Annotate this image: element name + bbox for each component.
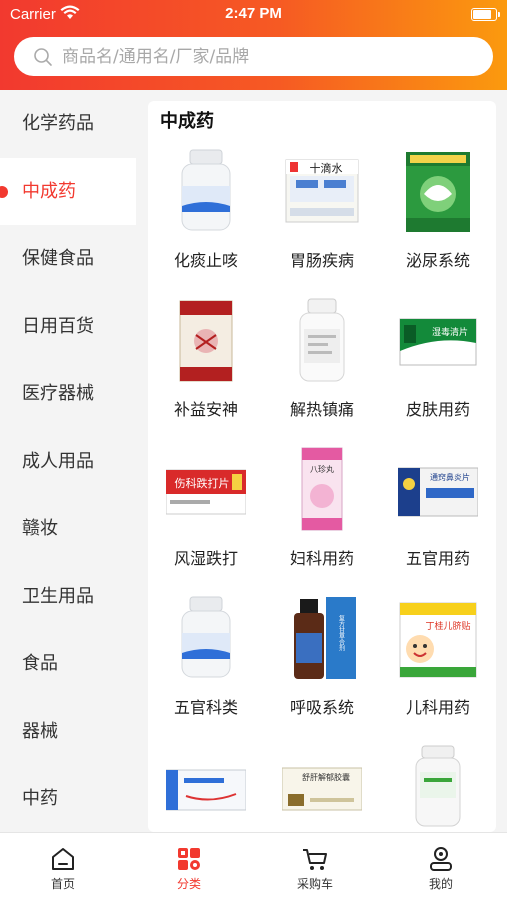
shidishui-box-image: 十滴水 xyxy=(285,159,359,223)
category-label: 皮肤用药 xyxy=(405,400,470,419)
box-text: 八珍丸 xyxy=(310,464,334,474)
category-content-panel: 中成药 化痰止咳 十滴水 胃肠疾病 泌尿系统 补益安神 解热镇痛 湿毒清片 皮肤… xyxy=(148,101,496,832)
category-cell-row5-a[interactable] xyxy=(148,737,264,832)
sidebar-item-cosmetics[interactable]: 赣妆 xyxy=(0,495,136,563)
bottom-tab-bar: 首页 分类 采购车 我的 xyxy=(0,832,507,901)
sidebar-item-label: 保健食品 xyxy=(22,248,94,269)
category-cell-gastrointestinal[interactable]: 十滴水 胃肠疾病 xyxy=(264,141,380,290)
section-title: 中成药 xyxy=(160,111,214,132)
app-header: Carrier 2:47 PM xyxy=(0,0,507,90)
sidebar-item-label: 器械 xyxy=(22,720,58,742)
home-icon xyxy=(52,848,74,870)
category-label: 补益安神 xyxy=(173,400,238,419)
box-text: 复方甘草合剂 xyxy=(338,614,345,652)
sidebar-item-food[interactable]: 食品 xyxy=(0,630,136,698)
category-label: 解热镇痛 xyxy=(289,400,354,419)
shopping-cart-icon xyxy=(303,849,327,870)
category-label: 化痰止咳 xyxy=(173,251,238,270)
search-bar[interactable] xyxy=(14,37,493,76)
battery-icon xyxy=(471,8,500,21)
sidebar-item-daily-goods[interactable]: 日用百货 xyxy=(0,293,136,361)
box-text: 通窍鼻炎片 xyxy=(430,472,470,482)
sidebar-item-equipment[interactable]: 器械 xyxy=(0,698,136,766)
capsule-box-image: 舒肝解郁胶囊 xyxy=(282,767,362,811)
category-cell-respiratory[interactable]: 复方甘草合剂 呼吸系统 xyxy=(264,588,380,737)
tab-label: 首页 xyxy=(50,877,75,891)
syrup-bottle-box-image: 复方甘草合剂 xyxy=(294,597,356,679)
sidebar-item-label: 食品 xyxy=(22,653,58,674)
sidebar-item-label: 成人用品 xyxy=(22,450,94,472)
box-text: 丁桂儿脐贴 xyxy=(425,620,470,632)
sidebar-item-hygiene[interactable]: 卫生用品 xyxy=(0,563,136,631)
sidebar-item-label: 中成药 xyxy=(22,180,76,202)
box-text: 伤科跌打片 xyxy=(175,476,230,490)
category-cell-expectorant[interactable]: 化痰止咳 xyxy=(148,141,264,290)
sidebar-item-adult-products[interactable]: 成人用品 xyxy=(0,428,136,496)
white-pill-bottle-image xyxy=(299,298,345,382)
search-input[interactable] xyxy=(60,41,484,73)
sidebar-item-chemical-drugs[interactable]: 化学药品 xyxy=(0,90,136,158)
sidebar-item-label: 医疗器械 xyxy=(22,383,94,404)
category-sidebar: 化学药品 中成药 保健食品 日用百货 医疗器械 成人用品 赣妆 卫生用品 食品 … xyxy=(0,90,136,832)
white-pill-bottle-image xyxy=(415,745,461,827)
category-cell-ent-class[interactable]: 五官科类 xyxy=(148,588,264,737)
category-label: 妇科用药 xyxy=(289,549,354,568)
box-text: 湿毒清片 xyxy=(432,326,468,338)
tab-label: 我的 xyxy=(428,877,453,891)
box-text: 十滴水 xyxy=(310,161,343,175)
sidebar-item-label: 中药 xyxy=(22,788,58,809)
sidebar-item-medical-devices[interactable]: 医疗器械 xyxy=(0,360,136,428)
sidebar-item-label: 卫生用品 xyxy=(22,585,94,607)
sidebar-item-label: 日用百货 xyxy=(22,315,94,337)
tab-label: 分类 xyxy=(176,877,201,891)
tab-home[interactable]: 首页 xyxy=(0,833,126,901)
category-cell-antipyretic[interactable]: 解热镇痛 xyxy=(264,290,380,439)
tab-label: 采购车 xyxy=(296,877,333,891)
box-text: 舒肝解郁胶囊 xyxy=(302,772,350,782)
active-indicator xyxy=(0,185,8,198)
red-tablet-box-image: 伤科跌打片 xyxy=(166,469,246,515)
status-time: 2:47 PM xyxy=(225,5,282,22)
search-icon xyxy=(34,48,52,66)
white-pill-bottle-image xyxy=(181,596,231,678)
white-tablet-box-image xyxy=(166,769,246,811)
category-label: 儿科用药 xyxy=(405,698,470,717)
category-cell-row5-b[interactable]: 舒肝解郁胶囊 xyxy=(264,737,380,832)
category-cell-rheumatism-trauma[interactable]: 伤科跌打片 风湿跌打 xyxy=(148,439,264,588)
tab-category[interactable]: 分类 xyxy=(126,833,252,901)
sidebar-item-chinese-patent-medicine[interactable]: 中成药 xyxy=(0,157,136,225)
blue-plaster-box-image: 通窍鼻炎片 xyxy=(398,467,478,517)
sidebar-item-label: 化学药品 xyxy=(22,113,94,134)
category-cell-tonic-sedative[interactable]: 补益安神 xyxy=(148,290,264,439)
sidebar-item-chinese-herbs[interactable]: 中药 xyxy=(0,765,136,833)
red-medicine-box-image xyxy=(179,300,233,382)
category-cell-gynecology[interactable]: 八珍丸 妇科用药 xyxy=(264,439,380,588)
category-cell-pediatrics[interactable]: 丁桂儿脐贴 儿科用药 xyxy=(380,588,496,737)
category-cell-urinary[interactable]: 泌尿系统 xyxy=(380,141,496,290)
green-granule-box-image xyxy=(406,152,470,232)
tab-cart[interactable]: 采购车 xyxy=(252,833,378,901)
sidebar-item-health-food[interactable]: 保健食品 xyxy=(0,225,136,293)
category-label: 呼吸系统 xyxy=(289,698,354,717)
status-bar: Carrier 2:47 PM xyxy=(0,0,507,30)
kids-plaster-box-image: 丁桂儿脐贴 xyxy=(399,602,477,678)
category-label: 泌尿系统 xyxy=(405,251,470,270)
green-tablet-box-image: 湿毒清片 xyxy=(399,318,477,366)
category-label: 五官科类 xyxy=(173,698,238,717)
category-cell-ent[interactable]: 通窍鼻炎片 五官用药 xyxy=(380,439,496,588)
category-cell-dermatology[interactable]: 湿毒清片 皮肤用药 xyxy=(380,290,496,439)
category-grid-icon xyxy=(178,848,200,870)
category-label: 风湿跌打 xyxy=(173,549,238,568)
category-label: 五官用药 xyxy=(405,549,470,568)
white-pill-bottle-image xyxy=(181,149,231,231)
tab-profile[interactable]: 我的 xyxy=(378,833,504,901)
pink-medicine-box-image: 八珍丸 xyxy=(301,447,343,531)
sidebar-item-label: 赣妆 xyxy=(22,518,58,539)
category-label: 胃肠疾病 xyxy=(289,251,354,270)
profile-icon xyxy=(430,847,452,871)
category-cell-row5-c[interactable] xyxy=(380,737,496,832)
